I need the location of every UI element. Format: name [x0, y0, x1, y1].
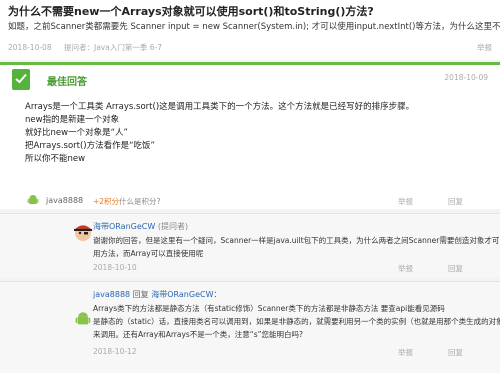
question-date: 2018-10-08 — [8, 43, 52, 52]
comment-line: 谢谢你的回答，但是这里有一个疑问，Scanner一样是java.uilt包下的工… — [93, 236, 500, 245]
comment-line: Arrays类下的方法都是静态方法（有static修饰）Scanner类下的方法… — [93, 304, 445, 313]
comment-item: java8888 回复 海带ORanGeCW： Arrays类下的方法都是静态方… — [0, 281, 500, 373]
comment-item: 海带ORanGeCW (提问者) 谢谢你的回答，但是这里有一个疑问，Scanne… — [0, 213, 500, 278]
comment-date: 2018-10-12 — [93, 347, 137, 356]
reply-word: 回复 — [132, 290, 149, 299]
answer-line: new指的是新建一个对象 — [25, 115, 120, 125]
question-source[interactable]: 提问者：Java入门第一季 6-7 — [64, 43, 162, 52]
best-answer-text: Arrays是一个工具类 Arrays.sort()这是调用工具类下的一个方法。… — [25, 101, 414, 166]
best-answer-date: 2018-10-09 — [444, 73, 488, 82]
answer-footer: java8888 +2积分 什么是积分? 举报 回复 — [0, 191, 500, 209]
answer-line: 所以你不能new — [25, 154, 86, 164]
best-answer-label: 最佳回答 — [47, 77, 87, 88]
answer-author[interactable]: java8888 — [46, 196, 83, 205]
comment-author[interactable]: 海带ORanGeCW (提问者) — [93, 221, 188, 232]
comment-text: Arrays类下的方法都是静态方法（有static修饰）Scanner类下的方法… — [93, 302, 500, 341]
pirate-avatar-icon[interactable] — [71, 220, 95, 244]
comment-reply-link[interactable]: 回复 — [448, 347, 463, 358]
answer-report-link[interactable]: 举报 — [398, 196, 413, 207]
comment-author-name[interactable]: 海带ORanGeCW — [93, 222, 155, 231]
answer-line: 就好比new一个对象是“人” — [25, 128, 128, 138]
question-body: 如题，之前Scanner类都需要先 Scanner input = new Sc… — [8, 22, 500, 32]
android-avatar-icon[interactable] — [75, 311, 91, 327]
question-panel: 为什么不需要new一个Arrays对象就可以使用sort()和toString(… — [0, 0, 500, 60]
question-report-link[interactable]: 举报 — [477, 42, 492, 53]
answer-reply-link[interactable]: 回复 — [448, 196, 463, 207]
comment-line: 是静态的（static）话，直接用类名可以调用到，如果是非静态的，就需要利用另一… — [93, 317, 500, 326]
best-answer-panel: 最佳回答 2018-10-09 Arrays是一个工具类 Arrays.sort… — [0, 62, 500, 209]
question-title: 为什么不需要new一个Arrays对象就可以使用sort()和toString(… — [8, 5, 374, 18]
comment-line: 来调用。还有Array和Arrays不是一个类，注意“s”您能明白吗? — [93, 330, 303, 339]
bonus-points: +2积分 — [93, 197, 120, 206]
comment-reply-link[interactable]: 回复 — [448, 263, 463, 274]
android-avatar-icon[interactable] — [27, 194, 39, 206]
points-help-link[interactable]: 什么是积分? — [119, 196, 160, 207]
comment-date: 2018-10-10 — [93, 263, 137, 272]
question-meta: 2018-10-08 提问者：Java入门第一季 6-7 — [8, 42, 172, 53]
check-badge-icon — [12, 69, 30, 90]
comment-author-name[interactable]: java8888 — [93, 290, 130, 299]
comment-text: 谢谢你的回答，但是这里有一个疑问，Scanner一样是java.uilt包下的工… — [93, 234, 500, 260]
comment-report-link[interactable]: 举报 — [398, 263, 413, 274]
comment-line: 用方法，而Array可以直接使用呢 — [93, 249, 204, 258]
comment-author: java8888 回复 海带ORanGeCW： — [93, 289, 222, 300]
asker-role-tag: (提问者) — [157, 222, 189, 231]
answer-line: 把Arrays.sort()方法看作是“吃饭” — [25, 141, 155, 151]
comment-report-link[interactable]: 举报 — [398, 347, 413, 358]
reply-target-name[interactable]: 海带ORanGeCW： — [151, 290, 221, 299]
answer-line: Arrays是一个工具类 Arrays.sort()这是调用工具类下的一个方法。… — [25, 102, 415, 112]
